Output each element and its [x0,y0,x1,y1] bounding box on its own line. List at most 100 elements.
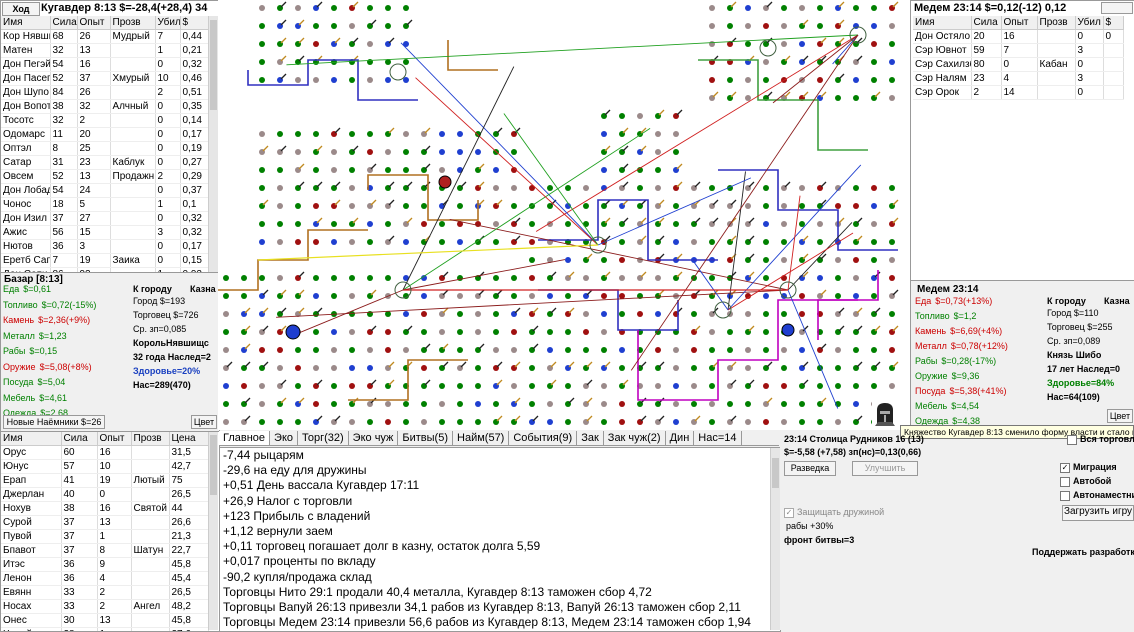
troop-row[interactable]: Еретб Сапи719Заика00,15 [1,254,208,268]
column-header[interactable]: Сила [971,16,1001,30]
goods-row[interactable]: Камень$=2,36(+9%) [3,314,90,327]
troop-row[interactable]: Тосотс32200,14 [1,114,208,128]
goods-row[interactable]: Рабы$=0,28(-17%) [915,355,996,368]
autoviceroy-option[interactable]: Автонаместник [1060,489,1134,502]
turn-button[interactable]: Ход [2,2,40,16]
enemy-troop-row[interactable]: Дон Остяло201600 [913,30,1123,44]
all-trade-checkbox[interactable] [1067,435,1077,445]
tab-3[interactable]: Эко чуж [349,431,399,445]
enemy-troop-row[interactable]: Сэр Сахилзб800Кабан0 [913,58,1123,72]
mercenary-row[interactable]: Бпавот378Шатун22,7 [1,544,208,558]
map-canvas[interactable] [218,0,910,430]
troop-row[interactable]: Дон Пасепиц5237Хмурый100,46 [1,72,208,86]
column-header[interactable]: Прозв [131,432,169,446]
tab-0[interactable]: Главное [219,431,270,445]
goods-row[interactable]: Оружие$=9,36 [915,370,979,383]
column-header[interactable]: Сила [61,432,97,446]
defend-checkbox[interactable]: ✓ [784,508,794,518]
load-game-button[interactable]: Загрузить игру [1062,505,1134,521]
mercenary-row[interactable]: Джерлан40026,5 [1,488,208,502]
mercenary-row[interactable]: Нохув3816Святой44 [1,502,208,516]
troop-row[interactable]: Дон Лобадиг542400,37 [1,184,208,198]
column-header[interactable]: Опыт [77,16,110,30]
goods-row[interactable]: Еда$=0,61 [3,283,51,296]
mercenary-row[interactable]: Онес301345,8 [1,614,208,628]
tab-7[interactable]: Зак [577,431,604,445]
tab-4[interactable]: Битвы(5) [398,431,453,445]
recon-button[interactable]: Разведка [784,461,836,476]
goods-row[interactable]: Топливо$=1,2 [915,310,976,323]
troop-row[interactable]: Овсем5213Продажн20,29 [1,170,208,184]
new-mercenaries-button[interactable]: Новые Наёмники $=26 [3,415,105,429]
autobattle-option[interactable]: Автобой [1060,475,1111,488]
goods-row[interactable]: Топливо$=0,72(-15%) [3,299,96,312]
tab-2[interactable]: Торг(32) [298,431,349,445]
autobattle-checkbox[interactable] [1060,477,1070,487]
enemy-troop-row[interactable]: Сэр Орок2140 [913,86,1123,100]
medem-color-button[interactable]: Цвет [1107,409,1133,423]
goods-row[interactable]: Посуда$=5,04 [3,376,65,389]
mercenary-row[interactable]: Сурой371326,6 [1,516,208,530]
tab-6[interactable]: События(9) [509,431,577,445]
mercenaries-scrollbar[interactable] [208,432,218,630]
mercenary-row[interactable]: Юнус571042,7 [1,460,208,474]
troop-row[interactable]: Кор Нявшищс6826Мудрый70,44 [1,30,208,44]
mercenary-row[interactable]: Ерап4119Лютый75 [1,474,208,488]
troop-row[interactable]: Дон Пегэй541600,32 [1,58,208,72]
mercenary-row[interactable]: Итэс36945,8 [1,558,208,572]
mercenary-row[interactable]: Евянн33226,5 [1,586,208,600]
goods-row[interactable]: Посуда$=5,38(+41%) [915,385,1006,398]
bazaar-color-button[interactable]: Цвет [191,415,217,429]
column-header[interactable]: Имя [913,16,971,30]
event-log-scrollbar[interactable] [770,448,780,630]
troop-row[interactable]: Нютов36300,17 [1,240,208,254]
tab-1[interactable]: Эко [270,431,298,445]
support-development-link[interactable]: Поддержать разработку [1032,546,1134,559]
column-header[interactable]: $ [1103,16,1123,30]
troop-row[interactable]: Дон Изил372700,32 [1,212,208,226]
goods-row[interactable]: Металл$=1,23 [3,330,67,343]
column-header[interactable]: Убил [1075,16,1103,30]
mercenary-row[interactable]: Носах332Ангел48,2 [1,600,208,614]
goods-row[interactable]: Еда$=0,73(+13%) [915,295,992,308]
migration-option[interactable]: ✓Миграция [1060,461,1117,474]
column-header[interactable]: Убил [155,16,180,30]
game-map[interactable] [218,0,910,430]
defend-option[interactable]: ✓Защищать дружиной [784,506,884,519]
column-header[interactable]: Имя [1,432,61,446]
column-header[interactable]: Имя [1,16,50,30]
troop-row[interactable]: Матен321310,21 [1,44,208,58]
troop-row[interactable]: Чонос18510,1 [1,198,208,212]
tab-9[interactable]: Дин [666,431,695,445]
mercenary-row[interactable]: Пувой37121,3 [1,530,208,544]
troop-row[interactable]: Ажис561530,32 [1,226,208,240]
improve-button[interactable]: Улучшить [852,461,918,476]
autoviceroy-checkbox[interactable] [1060,491,1070,501]
tab-10[interactable]: Нас=14 [694,431,741,445]
enemy-troop-row[interactable]: Сэр Налям2343 [913,72,1123,86]
column-header[interactable]: Сила [50,16,77,30]
column-header[interactable]: Прозв [1037,16,1075,30]
goods-row[interactable]: Металл$=0,78(+12%) [915,340,1008,353]
tab-8[interactable]: Зак чуж(2) [604,431,666,445]
all-trade-option[interactable]: Вся торговля [1067,433,1134,446]
troop-row[interactable]: Дон Вопот3832Алчный00,35 [1,100,208,114]
troop-row[interactable]: Дон Шупо842620,51 [1,86,208,100]
column-header[interactable]: $ [180,16,208,30]
goods-row[interactable]: Мебель$=4,54 [915,400,979,413]
troop-row[interactable]: Сатар3123Каблук00,27 [1,156,208,170]
enemy-close-button[interactable] [1101,2,1133,14]
goods-row[interactable]: Мебель$=4,61 [3,392,67,405]
column-header[interactable]: Цена [169,432,208,446]
mercenary-row[interactable]: Ленон36445,4 [1,572,208,586]
goods-row[interactable]: Камень$=6,69(+4%) [915,325,1002,338]
tab-5[interactable]: Найм(57) [453,431,509,445]
migration-checkbox[interactable]: ✓ [1060,463,1070,473]
troop-row[interactable]: Одомарс112000,17 [1,128,208,142]
goods-row[interactable]: Оружие$=5,08(+8%) [3,361,92,374]
mercenary-row[interactable]: Орус601631,5 [1,446,208,460]
goods-row[interactable]: Рабы$=0,15 [3,345,57,358]
troops-scrollbar[interactable] [208,16,218,272]
column-header[interactable]: Прозв [110,16,155,30]
column-header[interactable]: Опыт [1001,16,1037,30]
